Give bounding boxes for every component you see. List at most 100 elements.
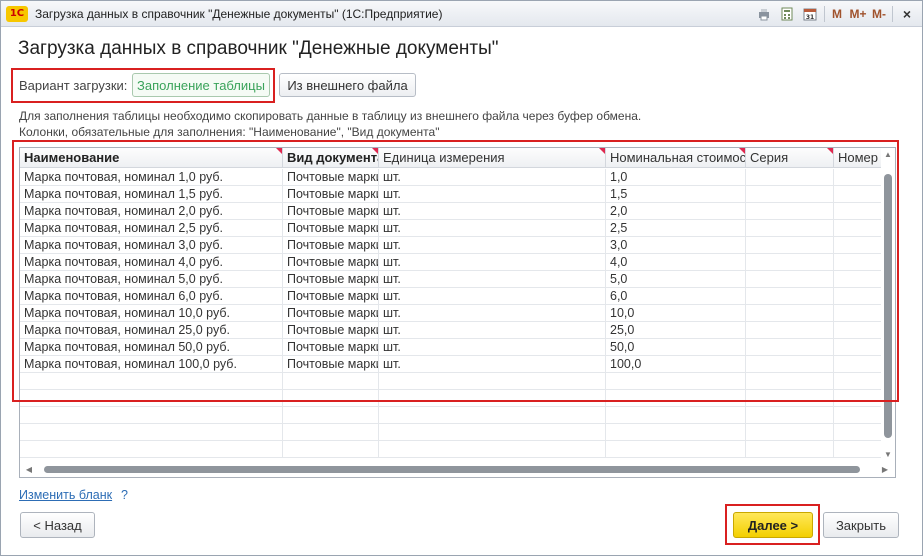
cell-unit[interactable]	[379, 373, 606, 390]
calculator-icon[interactable]	[777, 4, 797, 24]
cell-unit[interactable]: шт.	[379, 220, 606, 237]
cell-unit[interactable]	[379, 441, 606, 458]
cell-nominal-value[interactable]: 4,0	[606, 254, 746, 271]
cell-doc-type[interactable]	[283, 424, 379, 441]
cell-series[interactable]	[746, 220, 834, 237]
cell-name[interactable]: Марка почтовая, номинал 6,0 руб.	[20, 288, 283, 305]
column-header-nominal-value[interactable]: Номинальная стоимость	[606, 148, 746, 168]
cell-name[interactable]: Марка почтовая, номинал 1,5 руб.	[20, 186, 283, 203]
back-button[interactable]: < Назад	[20, 512, 95, 538]
table-row[interactable]: Марка почтовая, номинал 4,0 руб. Почтовые…	[20, 254, 894, 271]
scroll-down-icon[interactable]: ▼	[883, 450, 893, 460]
cell-name[interactable]: Марка почтовая, номинал 1,0 руб.	[20, 169, 283, 186]
cell-unit[interactable]: шт.	[379, 169, 606, 186]
cell-series[interactable]	[746, 441, 834, 458]
cell-doc-type[interactable]: Почтовые марки	[283, 339, 379, 356]
cell-doc-type[interactable]: Почтовые марки	[283, 220, 379, 237]
memory-minus-button[interactable]: M-	[870, 4, 888, 24]
cell-unit[interactable]: шт.	[379, 254, 606, 271]
cell-nominal-value[interactable]: 6,0	[606, 288, 746, 305]
cell-doc-type[interactable]	[283, 407, 379, 424]
cell-name[interactable]	[20, 424, 283, 441]
cell-series[interactable]	[746, 424, 834, 441]
cell-unit[interactable]: шт.	[379, 186, 606, 203]
close-button[interactable]: Закрыть	[823, 512, 899, 538]
print-icon[interactable]	[754, 4, 774, 24]
cell-nominal-value[interactable]: 1,5	[606, 186, 746, 203]
cell-name[interactable]	[20, 390, 283, 407]
cell-name[interactable]: Марка почтовая, номинал 25,0 руб.	[20, 322, 283, 339]
scroll-right-icon[interactable]: ▶	[880, 465, 890, 475]
cell-nominal-value[interactable]: 100,0	[606, 356, 746, 373]
cell-series[interactable]	[746, 288, 834, 305]
cell-name[interactable]: Марка почтовая, номинал 10,0 руб.	[20, 305, 283, 322]
cell-doc-type[interactable]: Почтовые марки	[283, 271, 379, 288]
table-row[interactable]	[20, 390, 894, 407]
table-row[interactable]: Марка почтовая, номинал 100,0 руб. Почтов…	[20, 356, 894, 373]
cell-doc-type[interactable]: Почтовые марки	[283, 305, 379, 322]
close-window-button[interactable]: ×	[896, 4, 918, 24]
column-header-doc-type[interactable]: Вид документа	[283, 148, 379, 168]
cell-name[interactable]	[20, 373, 283, 390]
cell-doc-type[interactable]: Почтовые марки	[283, 322, 379, 339]
cell-series[interactable]	[746, 254, 834, 271]
cell-name[interactable]	[20, 441, 283, 458]
variant-external-file-button[interactable]: Из внешнего файла	[279, 73, 416, 97]
column-header-unit[interactable]: Единица измерения	[379, 148, 606, 168]
cell-doc-type[interactable]	[283, 441, 379, 458]
cell-unit[interactable]: шт.	[379, 339, 606, 356]
table-row[interactable]: Марка почтовая, номинал 50,0 руб. Почтовы…	[20, 339, 894, 356]
table-row[interactable]: Марка почтовая, номинал 5,0 руб. Почтовые…	[20, 271, 894, 288]
horizontal-scroll-thumb[interactable]	[44, 466, 860, 473]
cell-nominal-value[interactable]: 2,0	[606, 203, 746, 220]
scroll-up-icon[interactable]: ▲	[883, 150, 893, 160]
cell-doc-type[interactable]: Почтовые марки	[283, 288, 379, 305]
cell-nominal-value[interactable]: 50,0	[606, 339, 746, 356]
horizontal-scrollbar[interactable]: ◀ ▶	[20, 463, 895, 477]
cell-unit[interactable]: шт.	[379, 237, 606, 254]
cell-doc-type[interactable]: Почтовые марки	[283, 169, 379, 186]
cell-series[interactable]	[746, 407, 834, 424]
cell-series[interactable]	[746, 203, 834, 220]
cell-unit[interactable]: шт.	[379, 305, 606, 322]
table-row[interactable]: Марка почтовая, номинал 25,0 руб. Почтовы…	[20, 322, 894, 339]
cell-unit[interactable]: шт.	[379, 203, 606, 220]
table-row[interactable]: Марка почтовая, номинал 2,0 руб. Почтовые…	[20, 203, 894, 220]
table-row[interactable]	[20, 373, 894, 390]
cell-unit[interactable]: шт.	[379, 271, 606, 288]
cell-nominal-value[interactable]	[606, 407, 746, 424]
cell-name[interactable]: Марка почтовая, номинал 5,0 руб.	[20, 271, 283, 288]
cell-name[interactable]	[20, 407, 283, 424]
variant-fill-table-button[interactable]: Заполнение таблицы	[132, 73, 270, 97]
cell-doc-type[interactable]: Почтовые марки	[283, 203, 379, 220]
table-row[interactable]	[20, 441, 894, 458]
cell-series[interactable]	[746, 305, 834, 322]
cell-nominal-value[interactable]	[606, 373, 746, 390]
scroll-left-icon[interactable]: ◀	[24, 465, 34, 475]
cell-unit[interactable]: шт.	[379, 288, 606, 305]
vertical-scrollbar[interactable]: ▲ ▼	[881, 148, 895, 477]
column-header-name[interactable]: Наименование	[20, 148, 283, 168]
cell-nominal-value[interactable]: 3,0	[606, 237, 746, 254]
cell-doc-type[interactable]	[283, 373, 379, 390]
cell-doc-type[interactable]: Почтовые марки	[283, 186, 379, 203]
data-table[interactable]: Наименование Вид документа Единица измер…	[19, 147, 896, 478]
next-button[interactable]: Далее >	[733, 512, 813, 538]
table-row[interactable]	[20, 424, 894, 441]
cell-nominal-value[interactable]: 2,5	[606, 220, 746, 237]
cell-nominal-value[interactable]: 5,0	[606, 271, 746, 288]
cell-nominal-value[interactable]: 10,0	[606, 305, 746, 322]
cell-series[interactable]	[746, 237, 834, 254]
cell-series[interactable]	[746, 169, 834, 186]
cell-doc-type[interactable]	[283, 390, 379, 407]
vertical-scroll-thumb[interactable]	[884, 174, 892, 438]
cell-series[interactable]	[746, 271, 834, 288]
cell-nominal-value[interactable]: 25,0	[606, 322, 746, 339]
cell-nominal-value[interactable]: 1,0	[606, 169, 746, 186]
table-row[interactable]: Марка почтовая, номинал 6,0 руб. Почтовые…	[20, 288, 894, 305]
table-row[interactable]: Марка почтовая, номинал 1,0 руб. Почтовые…	[20, 169, 894, 186]
memory-plus-button[interactable]: M+	[849, 4, 867, 24]
table-row[interactable]: Марка почтовая, номинал 3,0 руб. Почтовые…	[20, 237, 894, 254]
cell-unit[interactable]	[379, 424, 606, 441]
cell-name[interactable]: Марка почтовая, номинал 50,0 руб.	[20, 339, 283, 356]
